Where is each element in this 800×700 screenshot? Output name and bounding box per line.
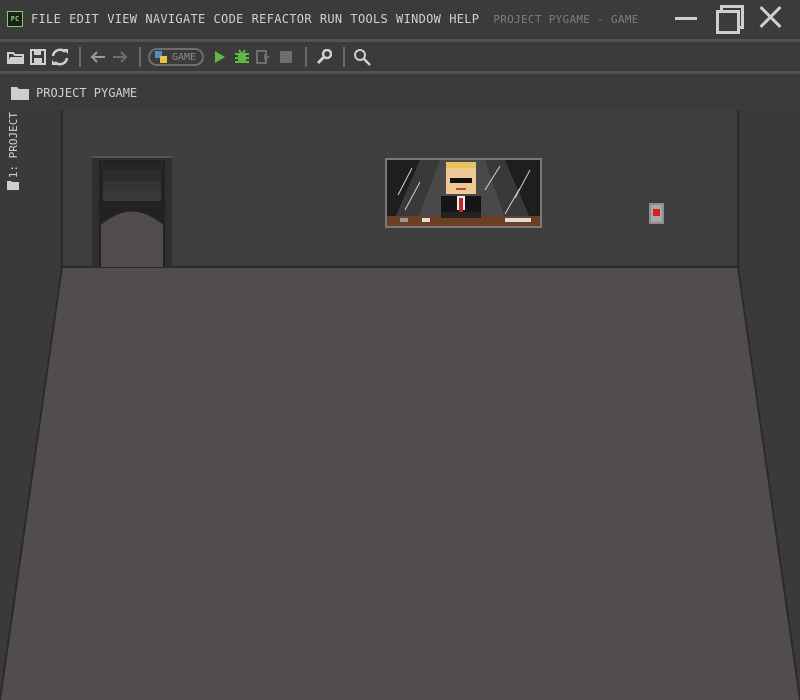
minimize-button[interactable] <box>674 5 698 29</box>
room-view <box>0 110 800 700</box>
doorway[interactable] <box>92 156 172 267</box>
menu-help[interactable]: HELP <box>449 12 479 26</box>
framed-picture-agent[interactable] <box>385 158 542 228</box>
run-config-label: GAME <box>172 51 197 63</box>
menu-file[interactable]: FILE <box>31 12 61 26</box>
app-logo-icon: PC <box>7 11 23 27</box>
back-arrow-icon[interactable] <box>88 47 108 67</box>
wall-alarm-button[interactable] <box>649 203 664 224</box>
folder-icon <box>11 87 29 100</box>
search-icon[interactable] <box>352 47 372 67</box>
menu-code[interactable]: CODE <box>214 12 244 26</box>
menu-refactor[interactable]: REFACTOR <box>252 12 312 26</box>
wrench-icon[interactable] <box>314 47 334 67</box>
game-scene <box>0 110 800 700</box>
menu-run[interactable]: RUN <box>320 12 343 26</box>
forward-arrow-icon[interactable] <box>110 47 130 67</box>
menu-tools[interactable]: TOOLS <box>350 12 388 26</box>
run-with-coverage-icon[interactable] <box>254 47 274 67</box>
sync-icon[interactable] <box>50 47 70 67</box>
breadcrumb-project[interactable]: PROJECT PYGAME <box>36 86 137 100</box>
python-icon <box>155 51 167 63</box>
run-configuration-selector[interactable]: GAME <box>148 48 205 66</box>
maximize-button[interactable] <box>716 5 744 34</box>
side-tab-inner: 1: PROJECT <box>3 110 23 194</box>
navigation-bar: PROJECT PYGAME <box>0 76 800 110</box>
toolbar-separator <box>139 47 141 67</box>
folder-icon <box>7 181 19 191</box>
project-tool-window-tab[interactable]: 1: PROJECT <box>0 110 26 700</box>
menu-navigate[interactable]: NAVIGATE <box>145 12 205 26</box>
save-icon[interactable] <box>28 47 48 67</box>
menu-bar: PC FILE EDIT VIEW NAVIGATE CODE REFACTOR… <box>0 0 800 38</box>
side-tab-label: 1: PROJECT <box>6 112 20 179</box>
open-folder-icon[interactable] <box>6 47 26 67</box>
toolbar-separator <box>79 47 81 67</box>
window-controls <box>674 5 782 34</box>
run-icon[interactable] <box>210 47 230 67</box>
menu-edit[interactable]: EDIT <box>69 12 99 26</box>
debug-bug-icon[interactable] <box>232 47 252 67</box>
toolbar-separator <box>343 47 346 67</box>
close-button[interactable] <box>758 5 782 29</box>
window-title: PROJECT PYGAME - GAME <box>493 12 639 26</box>
menu-window[interactable]: WINDOW <box>396 12 441 26</box>
toolbar-separator <box>305 47 308 67</box>
toolbar-divider <box>0 71 800 74</box>
floor <box>0 267 800 700</box>
menu-view[interactable]: VIEW <box>107 12 137 26</box>
stop-icon[interactable] <box>276 47 296 67</box>
toolbar: GAME <box>0 42 800 72</box>
